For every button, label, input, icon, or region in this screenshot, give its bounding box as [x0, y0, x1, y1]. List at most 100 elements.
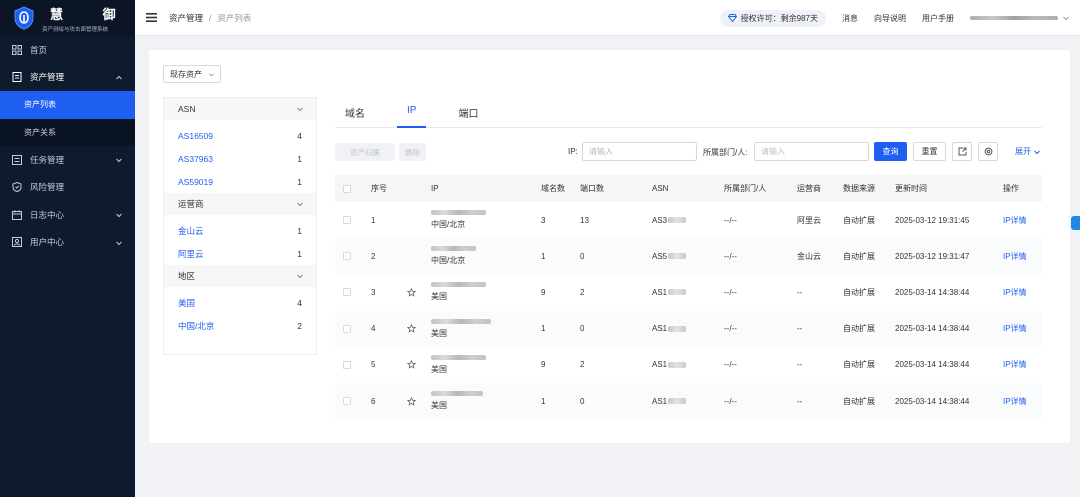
- tab-ip[interactable]: IP: [397, 98, 427, 128]
- row-checkbox[interactable]: [343, 288, 351, 297]
- app-subtitle: 资产测绘与攻击面管理系统: [42, 26, 109, 33]
- filter-item[interactable]: 美国 4: [164, 291, 316, 314]
- port-count: 0: [580, 396, 585, 406]
- row-checkbox[interactable]: [343, 360, 351, 369]
- domain-count: 9: [541, 360, 546, 370]
- asset-status-value: 现存资产: [170, 69, 202, 79]
- filter-item[interactable]: 中国/北京 2: [164, 314, 316, 337]
- filter-item[interactable]: 金山云 1: [164, 219, 316, 242]
- ip-details-link[interactable]: IP详情: [1003, 323, 1027, 334]
- sidebar-item-label: 资产关系: [24, 127, 56, 137]
- ip-cell: 美国: [431, 354, 486, 375]
- ip-cell: 美国: [431, 391, 483, 411]
- chevron-down-icon: [209, 73, 214, 77]
- sidebar-item-label: 任务管理: [30, 154, 65, 165]
- asn-cell: AS1: [652, 288, 687, 297]
- chevron-down-icon: [116, 241, 122, 245]
- reset-button[interactable]: 重置: [913, 142, 946, 161]
- messages-link[interactable]: 消息: [842, 13, 858, 24]
- asn-cell: AS1: [652, 360, 687, 370]
- side-float-button[interactable]: [1071, 216, 1080, 230]
- assign-ownership-button[interactable]: 资产归属: [335, 143, 395, 161]
- sidebar-item-task-management[interactable]: 任务管理: [0, 146, 135, 174]
- ip-details-link[interactable]: IP详情: [1003, 287, 1027, 298]
- isp: 金山云: [797, 251, 821, 261]
- filter-group-title: 地区: [178, 271, 196, 281]
- expand-filters-button[interactable]: 展开: [1015, 146, 1041, 157]
- tab-domain[interactable]: 域名: [335, 98, 375, 127]
- shield-logo-icon: [14, 6, 34, 30]
- isp: 阿里云: [797, 215, 821, 225]
- asn-redacted: [668, 217, 687, 224]
- sidebar: 慧 御 资产测绘与攻击面管理系统 首页 资产管理 资产列表 资产关系 任务管理 …: [0, 0, 135, 497]
- tab-port[interactable]: 端口: [448, 98, 488, 127]
- sidebar-item-user-center[interactable]: 用户中心: [0, 229, 135, 257]
- filter-panel: ASN AS16509 4 AS37963 1 AS59019 1 运营商 金山云 1 …: [163, 97, 317, 355]
- row-checkbox[interactable]: [343, 397, 351, 406]
- sidebar-item-home[interactable]: 首页: [0, 36, 135, 64]
- domain-count: 1: [541, 396, 546, 406]
- ip-details-link[interactable]: IP详情: [1003, 251, 1027, 262]
- row-index: 2: [371, 251, 376, 261]
- dept-search-input[interactable]: 请输入: [754, 142, 869, 161]
- ip-details-link[interactable]: IP详情: [1003, 215, 1027, 226]
- star-icon[interactable]: [407, 396, 416, 406]
- sidebar-item-label: 资产管理: [30, 72, 65, 83]
- filter-item[interactable]: 阿里云 1: [164, 242, 316, 265]
- updated-time: 2025-03-12 19:31:47: [895, 251, 970, 261]
- sidebar-item-asset-relations[interactable]: 资产关系: [0, 118, 135, 146]
- filter-item-label: 金山云: [178, 225, 204, 236]
- sidebar-item-asset-management[interactable]: 资产管理: [0, 64, 135, 92]
- chevron-down-icon: [116, 213, 122, 218]
- filter-item[interactable]: AS37963 1: [164, 147, 316, 170]
- star-icon[interactable]: [407, 360, 416, 370]
- ip-search-input[interactable]: 请输入: [582, 142, 697, 161]
- filter-item[interactable]: AS59019 1: [164, 170, 316, 193]
- filter-item-count: 4: [297, 130, 302, 141]
- chevron-down-icon[interactable]: [1062, 14, 1070, 22]
- row-checkbox[interactable]: [343, 216, 351, 225]
- row-checkbox[interactable]: [343, 252, 351, 261]
- filter-group-isp[interactable]: 运营商: [164, 193, 316, 215]
- chevron-up-icon: [116, 75, 122, 79]
- ip-details-link[interactable]: IP详情: [1003, 359, 1027, 370]
- asn-cell: AS1: [652, 324, 687, 333]
- department: --/--: [724, 287, 737, 297]
- breadcrumb-asset-management[interactable]: 资产管理: [169, 12, 203, 24]
- row-checkbox[interactable]: [343, 324, 351, 333]
- table-row: 3 美国 9 2 AS1 --/-- -- 自动扩展 2025-03-14 14:38:44 IP…: [335, 274, 1042, 310]
- menu-toggle-icon[interactable]: [146, 13, 157, 22]
- settings-button[interactable]: [978, 142, 998, 161]
- guide-link[interactable]: 向导说明: [874, 13, 906, 24]
- user-manual-link[interactable]: 用户手册: [922, 13, 954, 24]
- chevron-down-icon: [1034, 150, 1040, 154]
- asn-prefix: AS1: [652, 360, 668, 370]
- delete-button[interactable]: 删除: [399, 143, 426, 161]
- ip-cell: 美国: [431, 282, 486, 302]
- table-row: 1 中国/北京 3 13 AS3 --/-- 阿里云 自动扩展 2025-03-12 19:31…: [335, 202, 1042, 238]
- dept-input-placeholder: 请输入: [761, 147, 785, 156]
- column-header: 序号: [371, 184, 387, 193]
- asn-prefix: AS5: [652, 251, 668, 261]
- filter-group-region[interactable]: 地区: [164, 265, 316, 287]
- sidebar-item-asset-list[interactable]: 资产列表: [0, 91, 135, 119]
- data-source: 自动扩展: [843, 324, 875, 334]
- query-button[interactable]: 查询: [874, 142, 907, 161]
- ip-details-link[interactable]: IP详情: [1003, 396, 1027, 407]
- asset-status-select[interactable]: 现存资产: [163, 65, 221, 83]
- ip-location: 中国/北京: [431, 256, 466, 266]
- sidebar-item-risk-management[interactable]: 风险管理: [0, 174, 135, 202]
- filter-item[interactable]: AS16509 4: [164, 124, 316, 147]
- filter-group-asn[interactable]: ASN: [164, 98, 316, 120]
- star-icon[interactable]: [407, 287, 416, 297]
- isp: --: [797, 396, 803, 406]
- sidebar-item-log-center[interactable]: 日志中心: [0, 201, 135, 229]
- select-all-checkbox[interactable]: [343, 184, 351, 193]
- expand-label: 展开: [1015, 147, 1031, 156]
- asn-prefix: AS3: [652, 215, 668, 225]
- department: --/--: [724, 251, 737, 261]
- export-button[interactable]: [952, 142, 972, 161]
- star-icon[interactable]: [407, 324, 416, 333]
- user-account-redacted[interactable]: [970, 16, 1058, 20]
- ip-input-placeholder: 请输入: [589, 147, 613, 156]
